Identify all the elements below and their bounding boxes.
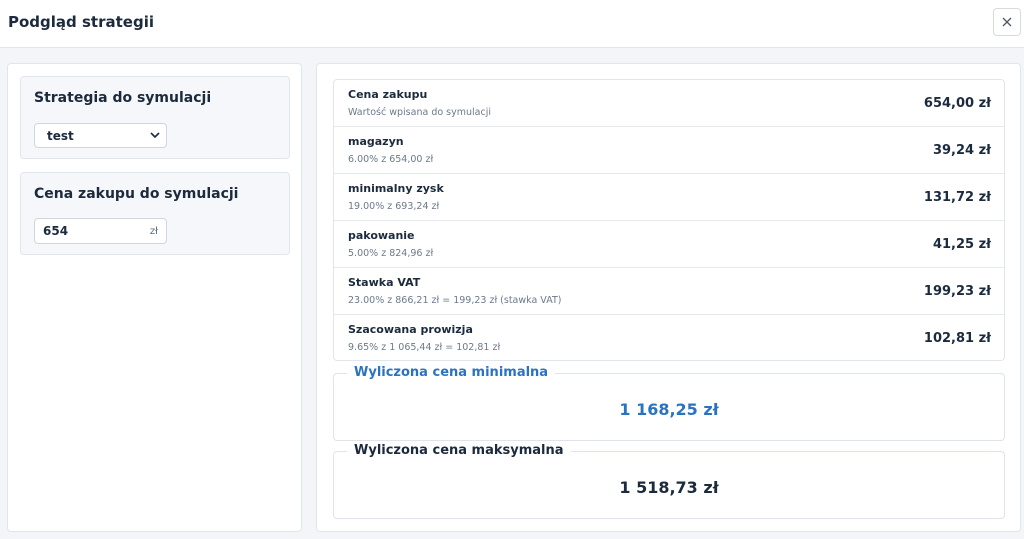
min-price-result: Wyliczona cena minimalna 1 168,25 zł bbox=[333, 365, 1005, 441]
breakdown-row-amount: 102,81 zł bbox=[923, 331, 991, 346]
purchase-price-card-title: Cena zakupu do symulacji bbox=[34, 186, 239, 202]
breakdown-row-description: 19.00% z 693,24 zł bbox=[348, 201, 440, 212]
breakdown-row: magazyn 6.00% z 654,00 zł 39,24 zł bbox=[334, 127, 1004, 174]
strategy-card-title: Strategia do symulacji bbox=[34, 90, 212, 106]
breakdown-row: minimalny zysk 19.00% z 693,24 zł 131,72… bbox=[334, 174, 1004, 221]
breakdown-row-amount: 199,23 zł bbox=[923, 284, 991, 299]
breakdown-row-label: pakowanie bbox=[348, 229, 415, 242]
breakdown-row-description: Wartość wpisana do symulacji bbox=[348, 107, 491, 118]
max-price-value: 1 518,73 zł bbox=[619, 478, 719, 497]
breakdown-row-description: 5.00% z 824,96 zł bbox=[348, 248, 434, 259]
strategy-select[interactable]: test bbox=[34, 123, 167, 148]
breakdown-row: Cena zakupu Wartość wpisana do symulacji… bbox=[334, 80, 1004, 127]
purchase-price-card: Cena zakupu do symulacji zł bbox=[20, 172, 290, 255]
strategy-card: Strategia do symulacji test bbox=[20, 76, 290, 159]
breakdown-row: Szacowana prowizja 9.65% z 1 065,44 zł =… bbox=[334, 315, 1004, 360]
breakdown-row-amount: 654,00 zł bbox=[923, 96, 991, 111]
breakdown-row-amount: 39,24 zł bbox=[932, 143, 991, 158]
breakdown-row-label: magazyn bbox=[348, 135, 404, 148]
max-price-result: Wyliczona cena maksymalna 1 518,73 zł bbox=[333, 443, 1005, 519]
breakdown-row-amount: 131,72 zł bbox=[923, 190, 991, 205]
breakdown-row-amount: 41,25 zł bbox=[932, 237, 991, 252]
breakdown-row-description: 6.00% z 654,00 zł bbox=[348, 154, 434, 165]
breakdown-row: Stawka VAT 23.00% z 866,21 zł = 199,23 z… bbox=[334, 268, 1004, 315]
purchase-price-field[interactable]: zł bbox=[34, 218, 167, 244]
breakdown-row: pakowanie 5.00% z 824,96 zł 41,25 zł bbox=[334, 221, 1004, 268]
strategy-preview-panel: Cena zakupu Wartość wpisana do symulacji… bbox=[316, 63, 1021, 532]
min-price-label: Wyliczona cena minimalna bbox=[347, 365, 556, 380]
breakdown-row-label: Stawka VAT bbox=[348, 276, 421, 289]
breakdown-row-description: 23.00% z 866,21 zł = 199,23 zł (stawka V… bbox=[348, 295, 562, 306]
breakdown-row-label: Szacowana prowizja bbox=[348, 323, 473, 336]
currency-suffix: zł bbox=[149, 225, 158, 237]
close-button[interactable] bbox=[993, 8, 1021, 36]
max-price-label: Wyliczona cena maksymalna bbox=[347, 443, 571, 458]
strategy-select-value: test bbox=[47, 128, 74, 143]
purchase-price-input[interactable] bbox=[43, 224, 133, 238]
breakdown-row-label: Cena zakupu bbox=[348, 88, 428, 101]
modal-header: Podgląd strategii bbox=[0, 0, 1024, 48]
breakdown-row-description: 9.65% z 1 065,44 zł = 102,81 zł bbox=[348, 342, 501, 353]
close-icon bbox=[1002, 17, 1012, 27]
chevron-down-icon bbox=[150, 132, 160, 139]
breakdown-row-label: minimalny zysk bbox=[348, 182, 444, 195]
modal-title: Podgląd strategii bbox=[8, 13, 154, 31]
min-price-value: 1 168,25 zł bbox=[619, 400, 719, 419]
price-breakdown-list: Cena zakupu Wartość wpisana do symulacji… bbox=[333, 79, 1005, 361]
simulation-settings-panel: Strategia do symulacji test Cena zakupu … bbox=[7, 63, 302, 532]
